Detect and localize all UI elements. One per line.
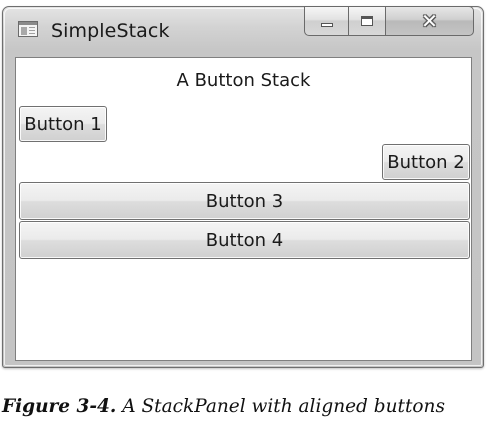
button-1[interactable]: Button 1 [19,106,107,142]
figure-caption-label: Figure 3-4. [2,396,117,417]
button-4[interactable]: Button 4 [19,221,470,259]
close-icon: ✕ [421,9,438,33]
figure-caption: Figure 3-4. A StackPanel with aligned bu… [2,396,445,417]
app-icon-side [21,27,27,35]
window-app-icon[interactable] [18,21,38,37]
title-bar[interactable]: SimpleStack ✕ [3,6,483,55]
minimize-icon [320,23,333,27]
screenshot-stage: SimpleStack ✕ A Button Stack Button 1 Bu… [0,0,495,424]
app-icon-bar [19,22,37,25]
window-title: SimpleStack [51,20,170,42]
stack-heading: A Button Stack [176,70,311,91]
maximize-button[interactable] [349,6,386,36]
app-window: SimpleStack ✕ A Button Stack Button 1 Bu… [2,6,484,368]
maximize-icon [361,16,373,26]
client-area: A Button Stack Button 1 Button 2 Button … [15,57,472,361]
caption-buttons: ✕ [304,6,474,36]
button-3[interactable]: Button 3 [19,182,470,220]
figure-caption-text: A StackPanel with aligned buttons [116,396,445,417]
minimize-button[interactable] [304,6,349,36]
close-button[interactable]: ✕ [386,6,474,36]
app-icon-lines [29,27,35,28]
button-2[interactable]: Button 2 [382,144,470,180]
